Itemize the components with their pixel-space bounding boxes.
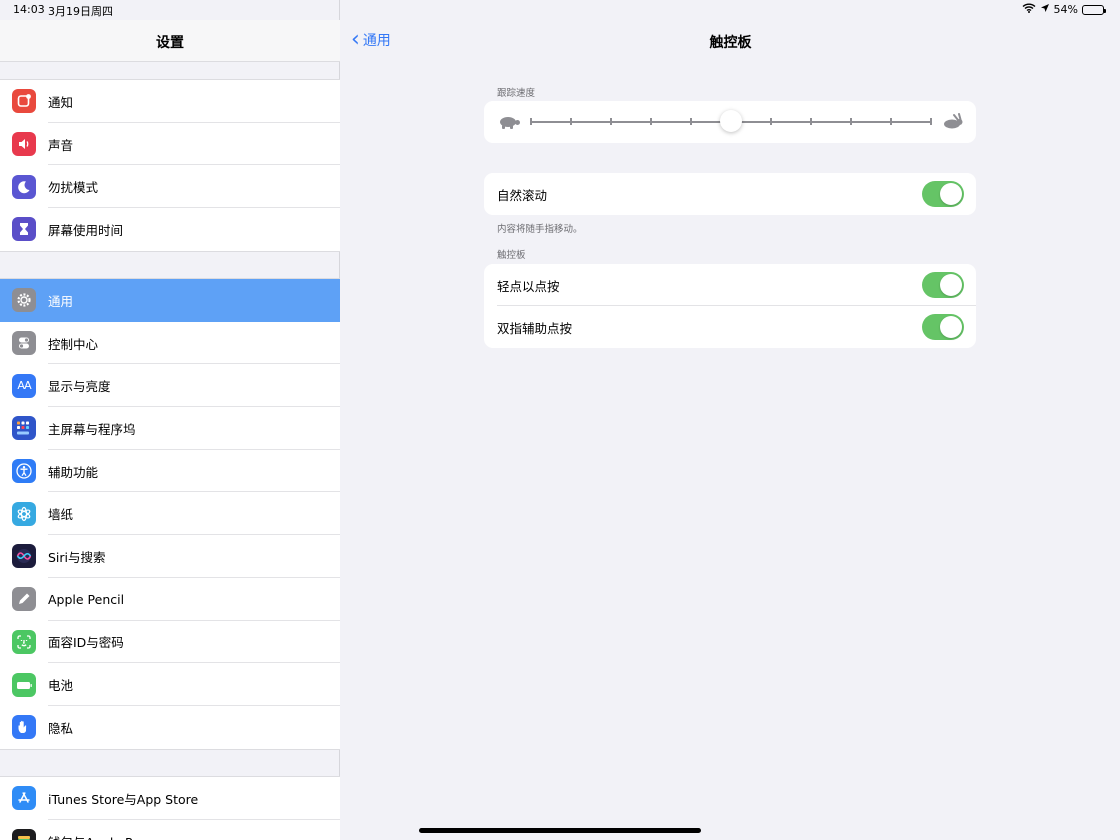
slider-tick	[650, 118, 652, 125]
slider-tick	[850, 118, 852, 125]
app-store-icon	[12, 786, 36, 811]
slider-tick	[930, 118, 932, 125]
sidebar-item-label: 显示与亮度	[48, 379, 111, 395]
tap-to-click-toggle[interactable]	[922, 272, 964, 298]
sidebar-group-1: 通知 声音 勿扰模式 屏幕使用时间	[0, 79, 340, 252]
notification-icon	[12, 89, 36, 114]
siri-icon	[12, 544, 36, 569]
trackpad-card: 轻点以点按 双指辅助点按	[484, 264, 976, 348]
status-bar: 14:03 3月19日周四 54%	[0, 0, 1120, 20]
slider-tick	[810, 118, 812, 125]
tracking-speed-label: 跟踪速度	[497, 88, 536, 99]
two-finger-secondary-click-label: 双指辅助点按	[497, 320, 573, 336]
status-time: 14:03	[13, 3, 45, 16]
natural-scroll-footer: 内容将随手指移动。	[497, 224, 583, 235]
natural-scroll-card: 自然滚动	[484, 173, 976, 215]
battery-percent: 54%	[1053, 3, 1078, 16]
detail-pane: ‹ 通用 触控板 跟踪速度 自然滚动 内容将随手指移动。 触控板 轻点以点按 双…	[341, 0, 1120, 840]
slider-tick	[530, 118, 532, 125]
location-icon	[1040, 3, 1050, 16]
sidebar-item-wallet[interactable]: 钱包与Apple Pay	[0, 820, 340, 840]
switches-icon	[12, 331, 36, 356]
screen: 设置 通知 声音 勿扰模式 屏幕使用时间 通用 控制中心 AA 显示与亮度 主屏…	[0, 0, 1120, 840]
sidebar-item-sounds[interactable]: 声音	[0, 123, 340, 166]
text-size-icon: AA	[12, 373, 36, 398]
tracking-speed-card	[484, 101, 976, 143]
tracking-speed-slider[interactable]	[530, 110, 932, 132]
turtle-icon	[497, 113, 521, 135]
sidebar-item-label: 辅助功能	[48, 464, 99, 480]
sidebar-title: 设置	[156, 35, 184, 51]
sidebar-item-label: 面容ID与密码	[48, 635, 124, 651]
status-date: 3月19日周四	[48, 5, 113, 18]
slider-tick	[890, 118, 892, 125]
sidebar-item-label: 通知	[48, 94, 74, 110]
sidebar-header: 设置	[0, 20, 340, 62]
sidebar-item-label: Apple Pencil	[48, 591, 125, 607]
tap-to-click-row: 轻点以点按	[484, 264, 976, 306]
sidebar-item-label: 控制中心	[48, 336, 99, 352]
sidebar-item-home-screen-dock[interactable]: 主屏幕与程序坞	[0, 407, 340, 450]
two-finger-secondary-click-row: 双指辅助点按	[484, 306, 976, 348]
slider-tick	[610, 118, 612, 125]
slider-tick	[690, 118, 692, 125]
sidebar-item-label: 声音	[48, 137, 74, 153]
sidebar-item-label: iTunes Store与App Store	[48, 791, 199, 807]
sidebar: 设置 通知 声音 勿扰模式 屏幕使用时间 通用 控制中心 AA 显示与亮度 主屏…	[0, 0, 340, 840]
gear-icon	[12, 288, 36, 313]
wallet-icon	[12, 829, 36, 840]
natural-scroll-label: 自然滚动	[497, 187, 548, 203]
sidebar-item-label: 钱包与Apple Pay	[48, 832, 147, 840]
sidebar-item-screen-time[interactable]: 屏幕使用时间	[0, 208, 340, 251]
sidebar-item-face-id[interactable]: 面容ID与密码	[0, 621, 340, 664]
sidebar-item-label: 墙纸	[48, 507, 74, 523]
accessibility-icon	[12, 459, 36, 484]
slider-tick	[570, 118, 572, 125]
sidebar-group-2: 通用 控制中心 AA 显示与亮度 主屏幕与程序坞 辅助功能 墙纸 Siri与搜索…	[0, 278, 340, 750]
status-right: 54%	[1022, 3, 1106, 16]
natural-scroll-row: 自然滚动	[484, 173, 976, 215]
sidebar-item-label: 屏幕使用时间	[48, 222, 124, 238]
app-grid-icon	[12, 416, 36, 441]
tap-to-click-label: 轻点以点按	[497, 278, 560, 294]
sidebar-item-itunes-app-store[interactable]: iTunes Store与App Store	[0, 777, 340, 820]
hourglass-icon	[12, 217, 36, 242]
sidebar-item-siri-search[interactable]: Siri与搜索	[0, 535, 340, 578]
sidebar-item-do-not-disturb[interactable]: 勿扰模式	[0, 165, 340, 209]
status-battery-icon	[1082, 4, 1106, 15]
home-indicator	[419, 828, 701, 833]
sidebar-item-privacy[interactable]: 隐私	[0, 706, 340, 749]
sidebar-item-accessibility[interactable]: 辅助功能	[0, 450, 340, 493]
sidebar-item-control-center[interactable]: 控制中心	[0, 322, 340, 365]
sidebar-item-label: 通用	[48, 293, 74, 309]
sidebar-item-label: 主屏幕与程序坞	[48, 421, 136, 437]
sidebar-item-wallpaper[interactable]: 墙纸	[0, 492, 340, 536]
sidebar-item-label: 电池	[48, 678, 74, 694]
rabbit-icon	[941, 113, 965, 135]
sidebar-item-label: 隐私	[48, 720, 74, 736]
pencil-icon	[12, 587, 36, 612]
sidebar-item-display-brightness[interactable]: AA 显示与亮度	[0, 364, 340, 408]
sidebar-group-3: iTunes Store与App Store 钱包与Apple Pay	[0, 776, 340, 840]
hand-icon	[12, 715, 36, 740]
slider-thumb[interactable]	[720, 110, 742, 132]
two-finger-secondary-click-toggle[interactable]	[922, 314, 964, 340]
battery-icon	[12, 672, 36, 697]
natural-scroll-toggle[interactable]	[922, 181, 964, 207]
sidebar-item-label: 勿扰模式	[48, 180, 99, 196]
trackpad-section-label: 触控板	[497, 250, 526, 261]
wifi-icon	[1022, 3, 1036, 16]
speaker-icon	[12, 132, 36, 157]
slider-tick	[770, 118, 772, 125]
page-title: 触控板	[709, 35, 752, 51]
sidebar-item-label: Siri与搜索	[48, 549, 106, 565]
sidebar-item-apple-pencil[interactable]: Apple Pencil	[0, 578, 340, 621]
sidebar-item-battery[interactable]: 电池	[0, 663, 340, 706]
sidebar-item-notifications[interactable]: 通知	[0, 80, 340, 123]
face-id-icon	[12, 629, 36, 654]
moon-icon	[12, 174, 36, 199]
sidebar-item-general[interactable]: 通用	[0, 279, 340, 322]
flower-icon	[12, 501, 36, 526]
